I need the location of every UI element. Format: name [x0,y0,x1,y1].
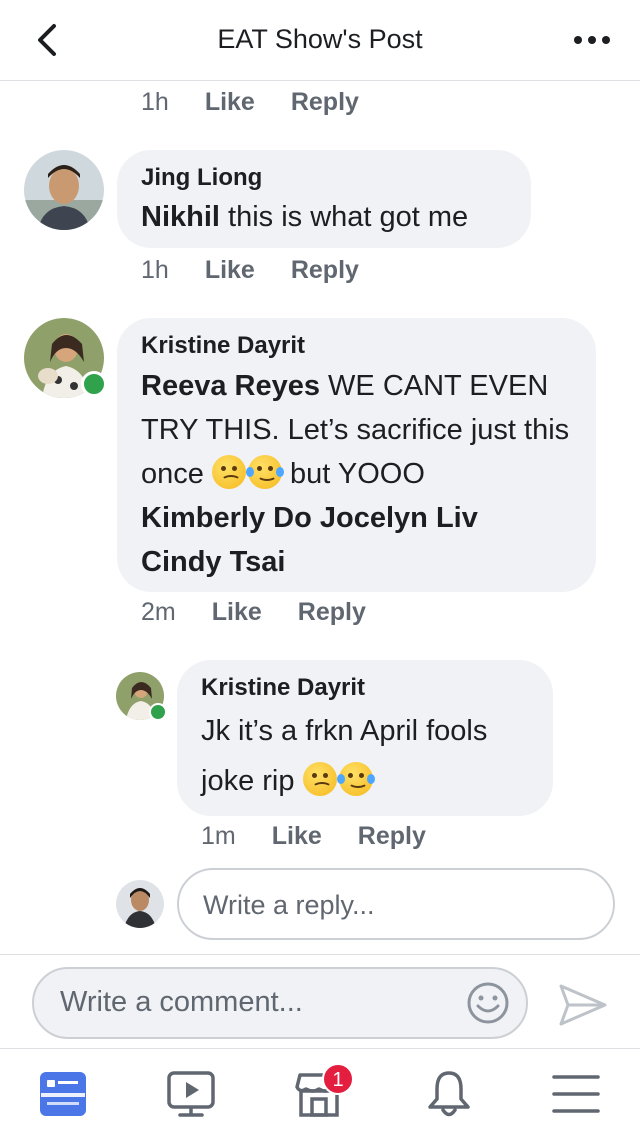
tab-news-feed[interactable] [38,1069,92,1119]
comment-meta: 2m Like Reply [141,598,366,627]
notifications-icon [428,1071,470,1117]
comment-time: 2m [141,598,176,626]
tears-of-joy-emoji-icon [336,762,375,796]
comment-author[interactable]: Kristine Dayrit [141,332,572,360]
mention[interactable]: Jocelyn Liv [320,502,478,534]
reply-input[interactable]: Write a reply... [177,868,615,940]
avatar [116,880,164,928]
comment-meta: 1m Like Reply [201,822,426,851]
comment-time: 1h [141,256,169,284]
like-button[interactable]: Like [205,256,255,285]
comment-bar: Write a comment... [0,954,640,1049]
news-feed-icon [40,1072,86,1116]
comment-meta: 1h Like Reply [141,256,359,285]
mention[interactable]: Cindy Tsai [141,546,286,578]
header: EAT Show's Post [0,0,640,81]
tab-bar: 1 [0,1048,640,1137]
comment-input[interactable]: Write a comment... [32,967,528,1039]
comment-author[interactable]: Kristine Dayrit [201,674,529,702]
mention[interactable]: Nikhil [141,201,220,233]
weary-face-emoji-icon [211,455,246,489]
reply-button[interactable]: Reply [298,598,366,627]
send-icon [559,984,607,1026]
online-indicator [81,371,107,397]
comment-text: Nikhil this is what got me [141,196,507,238]
watch-icon [167,1071,215,1117]
notification-badge: 1 [322,1063,354,1095]
reply-button[interactable]: Reply [291,256,359,285]
online-indicator [149,703,167,721]
comment-time: 1h [141,88,169,116]
tab-notifications[interactable] [424,1069,478,1119]
reply-bubble[interactable]: Kristine Dayrit Jk it’s a frkn April foo… [177,660,553,816]
like-button[interactable]: Like [272,822,322,851]
reply-button[interactable]: Reply [291,88,359,117]
mention[interactable]: Kimberly Do [141,502,312,534]
smiley-icon [467,982,509,1024]
frowning-face-emoji-icon [302,762,337,796]
tab-menu[interactable] [551,1069,605,1119]
comment-time: 1m [201,822,236,850]
comment-text: Reeva Reyes WE CANT EVEN TRY THIS. Let’s… [141,364,572,584]
reply-button[interactable]: Reply [358,822,426,851]
emoji-button[interactable] [466,981,510,1025]
more-options-button[interactable] [572,26,612,54]
comment-input-placeholder: Write a comment... [60,986,303,1018]
send-button[interactable] [558,983,608,1027]
comment-text: Jk it’s a frkn April fools joke rip [201,706,529,806]
comment-meta: 1h Like Reply [141,88,359,117]
comment-body: but YOOO [281,458,425,490]
comment-bubble[interactable]: Jing Liong Nikhil this is what got me [117,150,531,248]
like-button[interactable]: Like [205,88,255,117]
like-button[interactable]: Like [212,598,262,627]
tears-of-joy-emoji-icon [245,455,284,489]
tab-watch[interactable] [166,1069,220,1119]
tab-marketplace[interactable]: 1 [294,1063,354,1119]
comment-bubble[interactable]: Kristine Dayrit Reeva Reyes WE CANT EVEN… [117,318,596,592]
menu-icon [552,1075,600,1113]
comment-author[interactable]: Jing Liong [141,164,507,192]
avatar[interactable] [24,150,104,230]
page-title: EAT Show's Post [217,24,423,54]
more-dots-icon [574,36,610,44]
mention[interactable]: Reeva Reyes [141,370,320,402]
comment-body: this is what got me [219,201,469,233]
